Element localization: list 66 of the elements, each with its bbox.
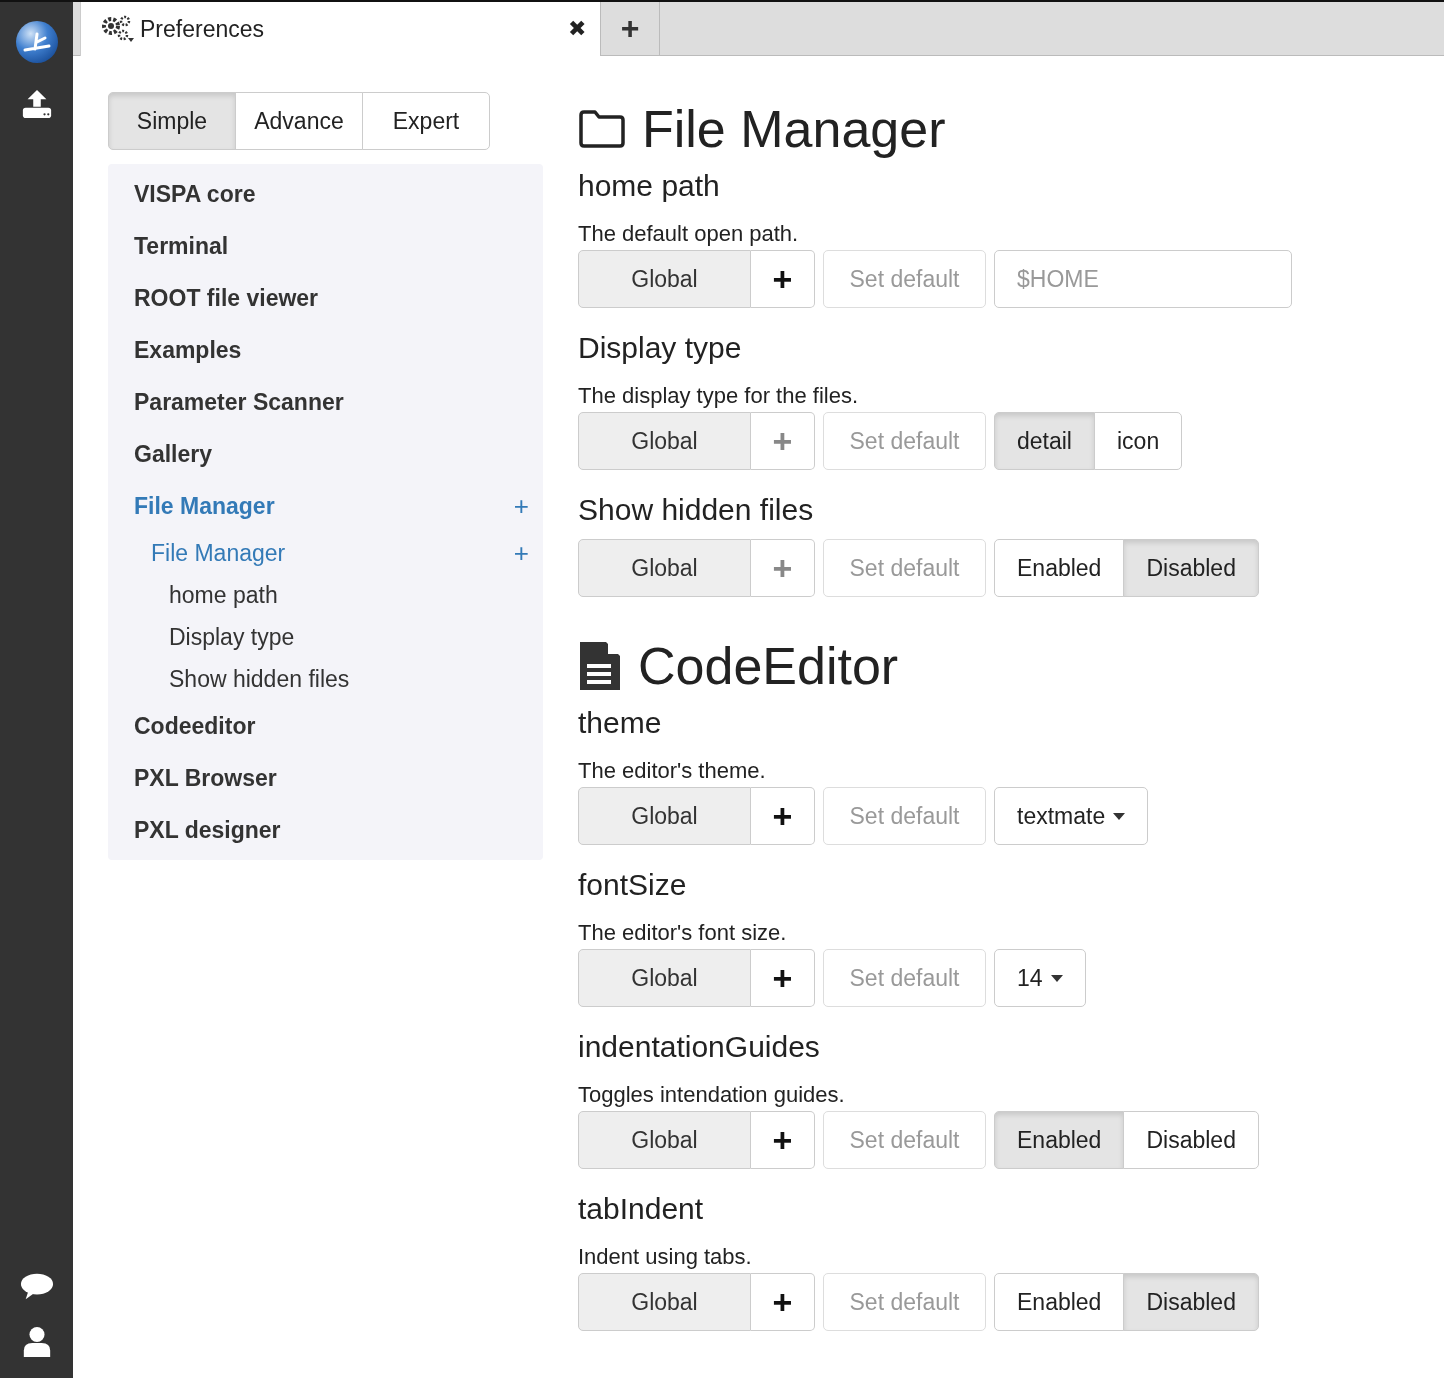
scope-button[interactable]: Global	[578, 1111, 751, 1169]
option-button[interactable]: Disabled	[1123, 1273, 1259, 1331]
new-tab-button[interactable]: +	[600, 2, 660, 55]
add-icon[interactable]: +	[513, 537, 529, 569]
nav-item[interactable]: File Manager	[151, 539, 514, 567]
scope-button[interactable]: Global	[578, 1273, 751, 1331]
setting-name: Show hidden files	[578, 492, 815, 528]
preferences-tab[interactable]: Preferences ✖	[80, 2, 600, 56]
section-title: CodeEditor	[638, 636, 899, 696]
section-title: File Manager	[642, 99, 946, 159]
setting-name: theme	[578, 705, 663, 741]
setting-name: tabIndent	[578, 1191, 705, 1227]
setting-description: The editor's font size.	[578, 920, 788, 946]
setting-description: Toggles intendation guides.	[578, 1082, 846, 1108]
nav-item[interactable]: Show hidden files	[169, 665, 529, 693]
nav-item[interactable]: ROOT file viewer	[134, 284, 529, 312]
scope-button[interactable]: Global	[578, 250, 751, 308]
scope-button[interactable]: Global	[578, 412, 751, 470]
setting-name: indentationGuides	[578, 1029, 821, 1065]
add-button[interactable]: +	[751, 1273, 815, 1331]
nav-item[interactable]: Display type	[169, 623, 529, 651]
add-button[interactable]: +	[751, 949, 815, 1007]
document-icon	[578, 640, 622, 692]
add-button[interactable]: +	[751, 250, 815, 308]
option-button[interactable]: Disabled	[1123, 539, 1259, 597]
mode-tab[interactable]: Expert	[362, 92, 490, 150]
caret-icon	[1113, 812, 1126, 820]
logo-icon[interactable]	[14, 20, 59, 64]
nav-item[interactable]: Terminal	[134, 232, 529, 260]
dropdown[interactable]: 14	[994, 949, 1086, 1007]
add-button[interactable]: +	[751, 787, 815, 845]
nav-item[interactable]: Gallery	[134, 440, 529, 468]
option-button[interactable]: Enabled	[994, 539, 1125, 597]
folder-icon	[578, 109, 626, 149]
dropdown[interactable]: textmate	[994, 787, 1149, 845]
mode-tab[interactable]: Advance	[235, 92, 363, 150]
nav-item[interactable]: File Manager	[134, 492, 514, 520]
setting-name: home path	[578, 168, 721, 204]
close-button[interactable]: ✖	[568, 16, 586, 42]
scope-button[interactable]: Global	[578, 787, 751, 845]
add-button[interactable]: +	[751, 1111, 815, 1169]
gears-icon	[101, 15, 135, 43]
setting-description: The default open path.	[578, 221, 800, 247]
setting-name: Display type	[578, 330, 743, 366]
option-button[interactable]: detail	[994, 412, 1095, 470]
setting-name: fontSize	[578, 867, 688, 903]
mode-tab[interactable]: Simple	[108, 92, 236, 150]
nav-item[interactable]: PXL Browser	[134, 764, 529, 792]
setting-description: The display type for the files.	[578, 383, 860, 409]
nav-item[interactable]: Parameter Scanner	[134, 388, 529, 416]
setting-description: The editor's theme.	[578, 758, 767, 784]
nav-item[interactable]: PXL designer	[134, 816, 529, 844]
path-field[interactable]: $HOME	[994, 250, 1292, 308]
option-button[interactable]: icon	[1094, 412, 1183, 470]
nav-item[interactable]: home path	[169, 581, 529, 609]
setting-description: Indent using tabs.	[578, 1244, 753, 1270]
option-button[interactable]: Disabled	[1123, 1111, 1259, 1169]
nav-item[interactable]: Codeeditor	[134, 712, 529, 740]
scope-button[interactable]: Global	[578, 949, 751, 1007]
nav-item[interactable]: VISPA core	[134, 180, 529, 208]
caret-icon	[1050, 974, 1063, 982]
nav-item[interactable]: Examples	[134, 336, 529, 364]
add-icon[interactable]: +	[513, 490, 529, 522]
scope-button[interactable]: Global	[578, 539, 751, 597]
option-button[interactable]: Enabled	[994, 1273, 1125, 1331]
option-button[interactable]: Enabled	[994, 1111, 1125, 1169]
